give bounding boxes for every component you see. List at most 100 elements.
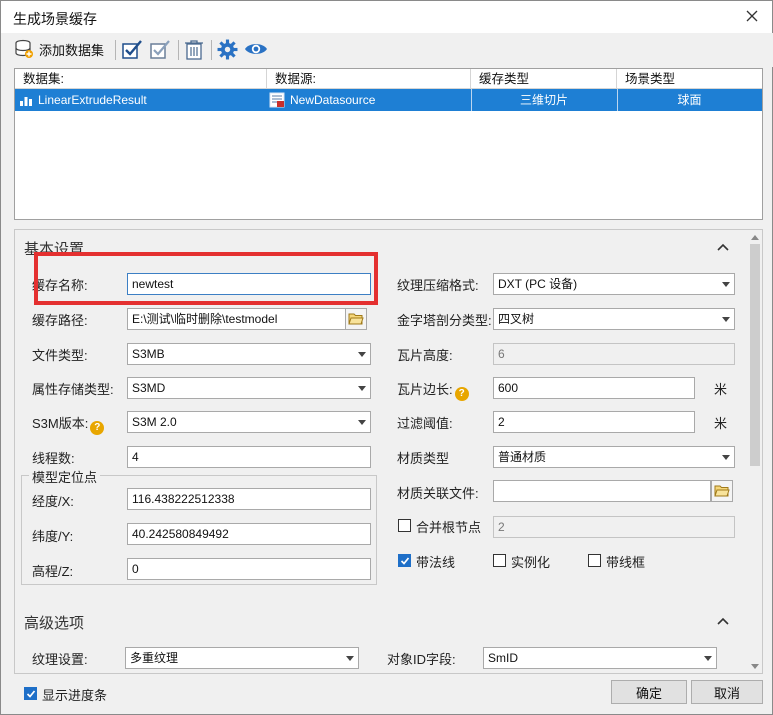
cell-datasource: NewDatasource — [269, 89, 469, 111]
attr-storage-label: 属性存储类型: — [32, 382, 114, 397]
normal-checkbox[interactable] — [398, 554, 411, 567]
cache-path-browse-button[interactable] — [345, 308, 367, 330]
latitude-label: 纬度/Y: — [32, 529, 74, 544]
datasource-icon — [269, 92, 285, 108]
title-bar: 生成场景缓存 — [1, 1, 772, 33]
model-position-title: 模型定位点 — [29, 467, 101, 486]
threads-label: 线程数: — [32, 451, 75, 466]
table-header: 数据集: 数据源: 缓存类型 场景类型 — [15, 69, 762, 89]
close-button[interactable] — [738, 3, 766, 29]
column-header-datasource[interactable]: 数据源: — [267, 69, 471, 89]
dataset-table: 数据集: 数据源: 缓存类型 场景类型 LinearExtrudeResult — [14, 68, 763, 220]
column-header-dataset[interactable]: 数据集: — [15, 69, 267, 89]
select-all-icon — [122, 40, 142, 59]
instance-checkbox[interactable] — [493, 554, 506, 567]
help-icon[interactable]: ? — [454, 386, 469, 401]
basic-settings-title: 基本设置 — [24, 241, 85, 258]
object-id-value: SmID — [488, 651, 518, 665]
texture-setting-label: 纹理设置: — [32, 652, 88, 667]
scroll-thumb[interactable] — [750, 244, 760, 466]
wireframe-checkbox[interactable] — [588, 554, 601, 567]
material-file-browse-button[interactable] — [711, 480, 733, 502]
folder-open-icon — [348, 313, 364, 325]
toolbar-separator — [211, 40, 212, 60]
object-id-label: 对象ID字段: — [387, 652, 456, 667]
pyramid-value: 四叉树 — [498, 312, 535, 326]
threads-input[interactable]: 4 — [127, 446, 371, 468]
material-type-select[interactable]: 普通材质 — [493, 446, 735, 468]
merge-root-checkbox[interactable] — [398, 519, 411, 532]
preview-button[interactable] — [244, 41, 268, 57]
checkmark-icon — [400, 556, 409, 565]
footer: 显示进度条 确定 取消 — [1, 677, 772, 715]
longitude-input[interactable]: 116.438222512338 — [127, 488, 371, 510]
column-header-scene-type[interactable]: 场景类型 — [617, 69, 762, 89]
select-all-button[interactable] — [121, 39, 143, 61]
filter-input[interactable]: 2 — [493, 411, 695, 433]
select-inverse-icon — [150, 40, 170, 59]
toolbar-separator — [178, 40, 179, 60]
pyramid-select[interactable]: 四叉树 — [493, 308, 735, 330]
collapse-advanced-icon[interactable] — [716, 614, 730, 628]
tile-side-unit: 米 — [714, 382, 728, 397]
elevation-input[interactable]: 0 — [127, 558, 371, 580]
checkmark-icon — [26, 689, 35, 698]
s3m-version-label-wrap: S3M版本:? — [32, 413, 105, 435]
show-progress-checkbox[interactable] — [24, 687, 37, 700]
chevron-down-icon — [342, 648, 358, 668]
toolbar-separator — [115, 40, 116, 60]
tile-height-input: 6 — [493, 343, 735, 365]
gear-icon — [217, 39, 238, 60]
texture-compress-select[interactable]: DXT (PC 设备) — [493, 273, 735, 295]
file-type-label: 文件类型: — [32, 348, 88, 363]
help-icon[interactable]: ? — [90, 420, 105, 435]
datasource-name: NewDatasource — [290, 93, 376, 107]
merge-root-input: 2 — [493, 516, 735, 538]
eye-icon — [245, 44, 267, 54]
merge-root-label: 合并根节点 — [416, 520, 482, 535]
trash-icon — [185, 40, 203, 60]
chevron-down-icon — [718, 309, 734, 329]
texture-compress-value: DXT (PC 设备) — [498, 277, 578, 291]
tile-height-label: 瓦片高度: — [397, 348, 453, 363]
material-type-label: 材质类型 — [397, 451, 450, 466]
texture-compress-label: 纹理压缩格式: — [397, 278, 479, 293]
file-type-select[interactable]: S3MB — [127, 343, 371, 365]
cache-name-input[interactable]: newtest — [127, 273, 371, 295]
collapse-basic-icon[interactable] — [716, 240, 730, 254]
settings-button[interactable] — [217, 39, 238, 60]
attr-storage-select[interactable]: S3MD — [127, 377, 371, 399]
scroll-up-icon[interactable] — [748, 230, 762, 244]
window-title: 生成场景缓存 — [13, 11, 97, 27]
chevron-down-icon — [718, 274, 734, 294]
delete-button[interactable] — [184, 39, 204, 61]
s3m-version-select[interactable]: S3M 2.0 — [127, 411, 371, 433]
panel-scrollbar[interactable] — [748, 230, 762, 673]
cell-cache-type: 三维切片 — [519, 93, 568, 107]
cancel-button[interactable]: 取消 — [691, 680, 763, 704]
add-dataset-button[interactable]: 添加数据集 — [14, 39, 104, 59]
settings-panel: 基本设置 缓存名称: newtest 缓存路径: E:\测试\临时删除\test… — [14, 229, 763, 674]
table-row[interactable]: LinearExtrudeResult NewDatasource 三维切片 球… — [15, 89, 762, 111]
cache-path-input[interactable]: E:\测试\临时删除\testmodel — [127, 308, 346, 330]
file-type-value: S3MB — [132, 347, 165, 361]
texture-setting-value: 多重纹理 — [130, 651, 179, 665]
s3m-version-value: S3M 2.0 — [132, 415, 177, 429]
latitude-input[interactable]: 40.242580849492 — [127, 523, 371, 545]
object-id-select[interactable]: SmID — [483, 647, 717, 669]
material-file-input[interactable] — [493, 480, 711, 502]
dataset-name: LinearExtrudeResult — [38, 93, 147, 107]
column-header-cache-type[interactable]: 缓存类型 — [471, 69, 617, 89]
tile-side-label-wrap: 瓦片边长:? — [397, 379, 469, 401]
chevron-down-icon — [354, 344, 370, 364]
cache-path-label: 缓存路径: — [32, 313, 88, 328]
pyramid-label: 金字塔剖分类型: — [397, 313, 492, 328]
select-inverse-button[interactable] — [149, 39, 171, 61]
scroll-down-icon[interactable] — [748, 659, 762, 673]
filter-label: 过滤阈值: — [397, 416, 453, 431]
texture-setting-select[interactable]: 多重纹理 — [125, 647, 359, 669]
filter-unit: 米 — [714, 416, 728, 431]
ok-button[interactable]: 确定 — [611, 680, 687, 704]
database-add-icon — [15, 39, 33, 58]
tile-side-input[interactable]: 600 — [493, 377, 695, 399]
